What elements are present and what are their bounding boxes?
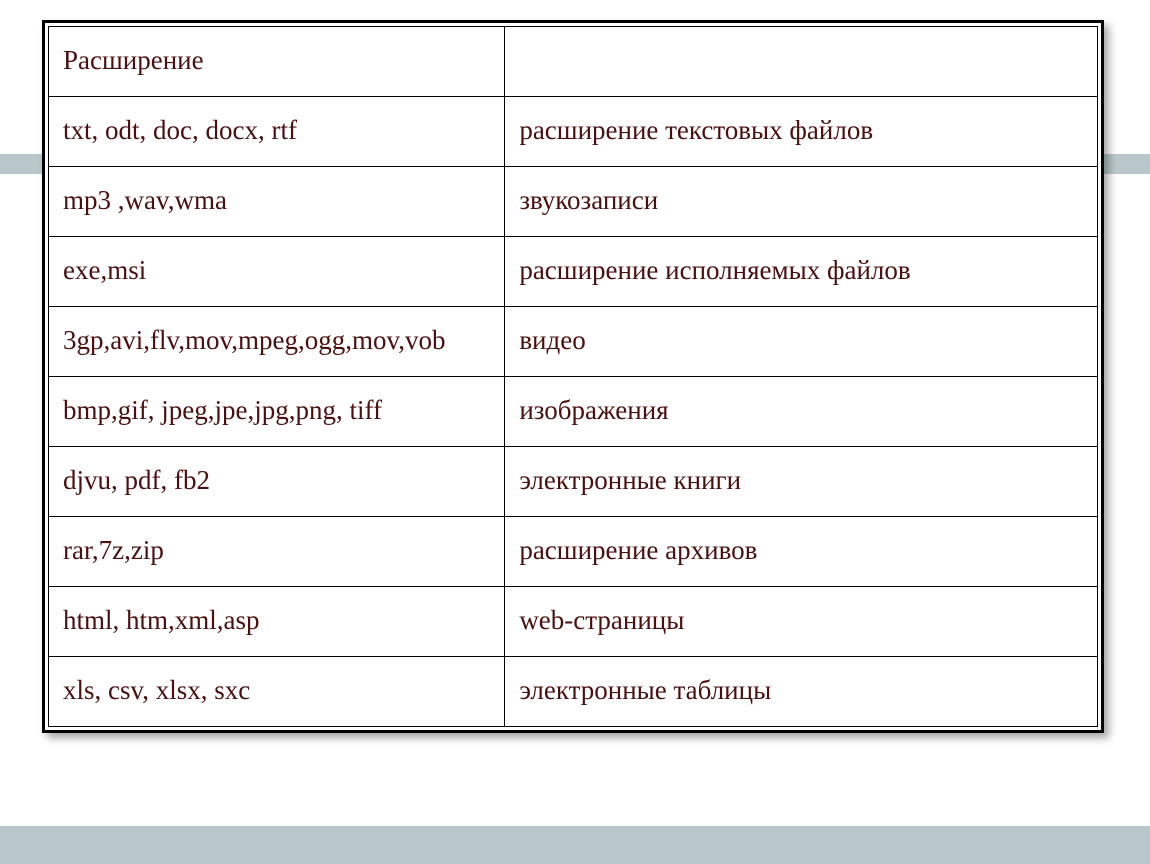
table-row: txt, odt, doc, docx, rtf расширение текс… [49, 97, 1098, 167]
header-cell-extension: Расширение [49, 27, 505, 97]
cell-description: расширение исполняемых файлов [505, 237, 1098, 307]
cell-extensions: html, htm,xml,asp [49, 587, 505, 657]
cell-description: изображения [505, 377, 1098, 447]
table-card: Расширение txt, odt, doc, docx, rtf расш… [42, 20, 1104, 733]
cell-extensions: txt, odt, doc, docx, rtf [49, 97, 505, 167]
table-row: mp3 ,wav,wma звукозаписи [49, 167, 1098, 237]
background-stripe-bottom [0, 826, 1150, 864]
cell-description: звукозаписи [505, 167, 1098, 237]
table-row: 3gp,avi,flv,mov,mpeg,ogg,mov,vob видео [49, 307, 1098, 377]
cell-description: видео [505, 307, 1098, 377]
table-row: djvu, pdf, fb2 электронные книги [49, 447, 1098, 517]
cell-extensions: xls, csv, xlsx, sxc [49, 657, 505, 727]
cell-extensions: 3gp,avi,flv,mov,mpeg,ogg,mov,vob [49, 307, 505, 377]
table-row: bmp,gif, jpeg,jpe,jpg,png, tiff изображе… [49, 377, 1098, 447]
cell-description: расширение текстовых файлов [505, 97, 1098, 167]
cell-extensions: djvu, pdf, fb2 [49, 447, 505, 517]
cell-description: web-страницы [505, 587, 1098, 657]
table-row: html, htm,xml,asp web-страницы [49, 587, 1098, 657]
table-row: xls, csv, xlsx, sxc электронные таблицы [49, 657, 1098, 727]
extensions-table: Расширение txt, odt, doc, docx, rtf расш… [48, 26, 1098, 727]
cell-description: электронные книги [505, 447, 1098, 517]
cell-extensions: rar,7z,zip [49, 517, 505, 587]
table-row: exe,msi расширение исполняемых файлов [49, 237, 1098, 307]
cell-description: электронные таблицы [505, 657, 1098, 727]
table-header-row: Расширение [49, 27, 1098, 97]
cell-description: расширение архивов [505, 517, 1098, 587]
cell-extensions: mp3 ,wav,wma [49, 167, 505, 237]
cell-extensions: bmp,gif, jpeg,jpe,jpg,png, tiff [49, 377, 505, 447]
cell-extensions: exe,msi [49, 237, 505, 307]
table-row: rar,7z,zip расширение архивов [49, 517, 1098, 587]
header-cell-empty [505, 27, 1098, 97]
